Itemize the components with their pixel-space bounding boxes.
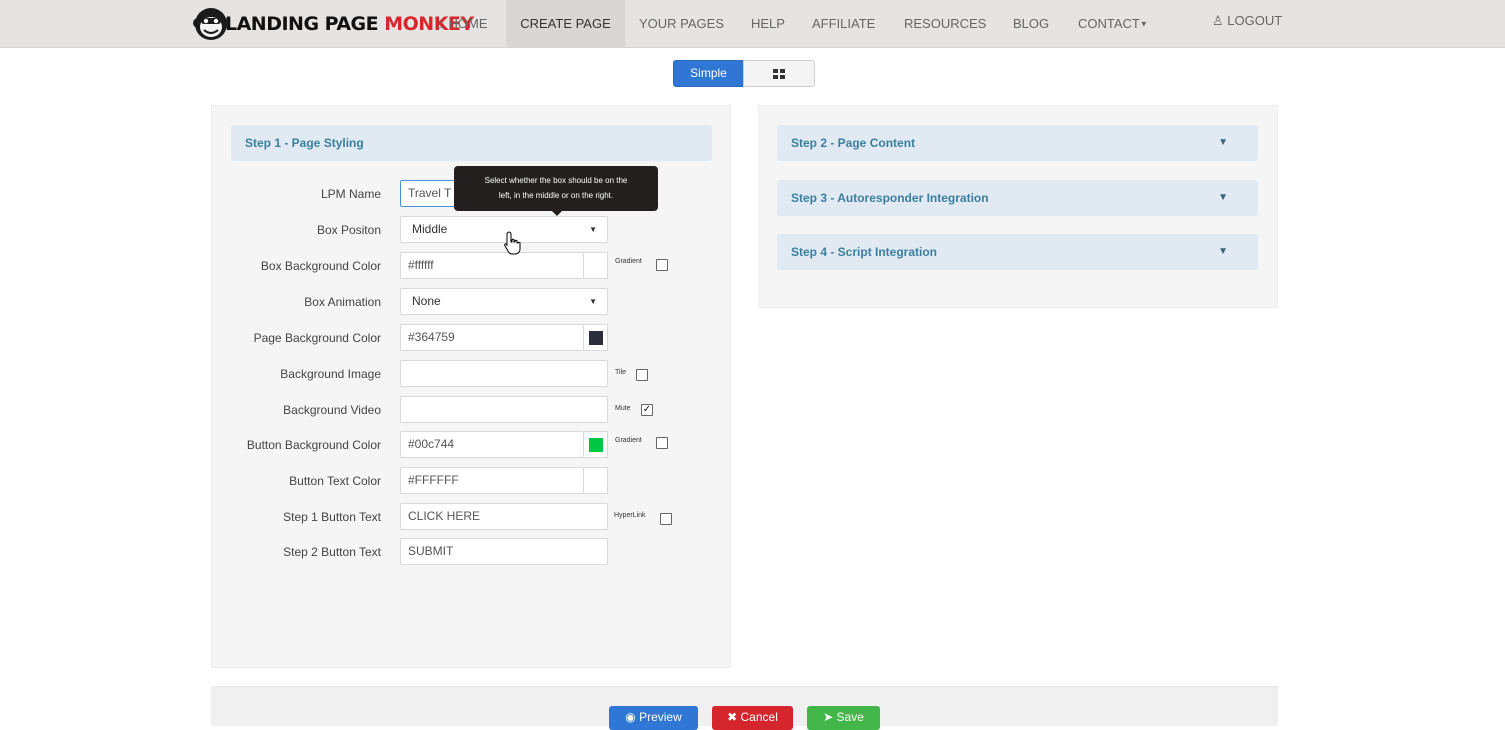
nav-blog[interactable]: BLOG bbox=[1013, 0, 1049, 48]
mute-checkbox[interactable]: ✓ bbox=[641, 404, 653, 416]
box-gradient-label: Gradient bbox=[615, 258, 642, 265]
grid-icon bbox=[773, 68, 785, 79]
bg-video-input[interactable] bbox=[400, 396, 608, 423]
box-gradient-checkbox[interactable] bbox=[656, 259, 668, 271]
tooltip-line2: left, in the middle or on the right. bbox=[498, 191, 614, 200]
btn-bg-color-input[interactable]: #00c744 bbox=[400, 431, 584, 458]
chevron-down-icon: ▼ bbox=[1218, 246, 1228, 257]
save-button[interactable]: ➤ Save bbox=[807, 706, 880, 730]
step2-btn-text-input[interactable]: SUBMIT bbox=[400, 538, 608, 565]
box-position-tooltip: Select whether the box should be on the … bbox=[454, 166, 658, 211]
nav-logout-label: LOGOUT bbox=[1227, 13, 1283, 28]
btn-bg-color-label: Button Background Color bbox=[246, 438, 381, 452]
page-bg-color-swatch[interactable] bbox=[584, 324, 608, 351]
simple-mode-button[interactable]: Simple bbox=[673, 60, 744, 87]
box-animation-value: None bbox=[412, 294, 441, 308]
bg-image-label: Background Image bbox=[280, 367, 381, 381]
nav-resources[interactable]: RESOURCES bbox=[904, 0, 986, 48]
btn-text-color-input[interactable]: #FFFFFF bbox=[400, 467, 584, 494]
preview-label: Preview bbox=[639, 710, 682, 724]
box-bg-color-swatch[interactable] bbox=[584, 252, 608, 279]
dropdown-arrow-icon: ▼ bbox=[589, 297, 597, 306]
brand-name-part1: LANDING PAGE bbox=[225, 13, 379, 35]
mute-label: Mute bbox=[615, 405, 631, 412]
step1-btn-text-label: Step 1 Button Text bbox=[283, 510, 381, 524]
monkey-logo-icon bbox=[193, 8, 229, 40]
nav-home-label: HOME bbox=[448, 16, 488, 31]
cancel-label: Cancel bbox=[740, 710, 778, 724]
nav-help[interactable]: HELP bbox=[751, 0, 785, 48]
btn-gradient-label: Gradient bbox=[615, 437, 642, 444]
nav-contact-label: CONTACT bbox=[1078, 16, 1140, 31]
hyperlink-label: HyperLink bbox=[614, 512, 646, 519]
box-animation-select[interactable]: None ▼ bbox=[400, 288, 608, 315]
step2-header[interactable]: Step 2 - Page Content ▼ bbox=[777, 125, 1258, 161]
btn-gradient-checkbox[interactable] bbox=[656, 437, 668, 449]
tooltip-line1: Select whether the box should be on the bbox=[484, 176, 628, 185]
share-icon: ➤ bbox=[823, 710, 834, 724]
btn-text-color-label: Button Text Color bbox=[289, 474, 381, 488]
hyperlink-checkbox[interactable] bbox=[660, 513, 672, 525]
checkmark-icon: ✓ bbox=[642, 404, 652, 415]
box-animation-label: Box Animation bbox=[304, 295, 381, 309]
nav-logout[interactable]: ♙ LOGOUT bbox=[1212, 0, 1282, 48]
color-chip bbox=[589, 474, 603, 488]
btn-text-color-swatch[interactable] bbox=[584, 467, 608, 494]
box-position-label: Box Positon bbox=[316, 223, 381, 237]
eye-icon: ◉ bbox=[625, 710, 636, 724]
bg-video-label: Background Video bbox=[283, 403, 381, 417]
nav-your-pages[interactable]: YOUR PAGES bbox=[639, 0, 724, 48]
bg-image-input[interactable] bbox=[400, 360, 608, 387]
btn-bg-color-swatch[interactable] bbox=[584, 431, 608, 458]
step4-title: Step 4 - Script Integration bbox=[791, 245, 938, 259]
nav-home[interactable]: ⌂ HOME bbox=[437, 0, 487, 48]
tooltip-arrow bbox=[551, 210, 563, 216]
step3-title: Step 3 - Autoresponder Integration bbox=[791, 191, 989, 205]
page-bg-color-input[interactable]: #364759 bbox=[400, 324, 584, 351]
brand-logo[interactable]: LANDING PAGE MONKEY bbox=[193, 5, 474, 43]
step3-header[interactable]: Step 3 - Autoresponder Integration ▼ bbox=[777, 180, 1258, 216]
color-chip bbox=[589, 259, 603, 273]
cancel-button[interactable]: ✖ Cancel bbox=[712, 706, 793, 730]
step1-header[interactable]: Step 1 - Page Styling bbox=[231, 125, 712, 161]
color-chip bbox=[589, 438, 603, 452]
box-bg-color-label: Box Background Color bbox=[260, 259, 381, 273]
hand-cursor-icon bbox=[504, 231, 521, 255]
step4-header[interactable]: Step 4 - Script Integration ▼ bbox=[777, 234, 1258, 270]
advanced-mode-button[interactable] bbox=[743, 60, 815, 87]
step1-btn-text-input[interactable]: CLICK HERE bbox=[400, 503, 608, 530]
preview-button[interactable]: ◉ Preview bbox=[609, 706, 698, 730]
box-position-value: Middle bbox=[412, 222, 448, 236]
save-label: Save bbox=[836, 710, 864, 724]
box-bg-color-input[interactable]: #ffffff bbox=[400, 252, 584, 279]
page-bg-color-label: Page Background Color bbox=[253, 331, 381, 345]
nav-contact[interactable]: CONTACT▼ bbox=[1078, 0, 1148, 48]
close-icon: ✖ bbox=[727, 710, 738, 724]
top-navbar: LANDING PAGE MONKEY ⌂ HOME CREATE PAGE Y… bbox=[0, 0, 1505, 48]
tile-label: Tile bbox=[615, 369, 627, 376]
nav-affiliate[interactable]: AFFILIATE bbox=[812, 0, 875, 48]
step2-btn-text-label: Step 2 Button Text bbox=[283, 545, 381, 559]
lpm-name-label: LPM Name bbox=[320, 187, 381, 201]
color-chip bbox=[589, 331, 603, 345]
user-icon: ♙ bbox=[1212, 13, 1224, 28]
chevron-down-icon: ▼ bbox=[1218, 137, 1228, 148]
home-icon: ⌂ bbox=[437, 16, 445, 31]
caret-down-icon: ▼ bbox=[1139, 19, 1148, 29]
chevron-down-icon: ▼ bbox=[1218, 192, 1228, 203]
dropdown-arrow-icon: ▼ bbox=[589, 225, 597, 234]
step2-title: Step 2 - Page Content bbox=[791, 136, 916, 150]
nav-create-page[interactable]: CREATE PAGE bbox=[506, 0, 625, 48]
tile-checkbox[interactable] bbox=[636, 369, 648, 381]
